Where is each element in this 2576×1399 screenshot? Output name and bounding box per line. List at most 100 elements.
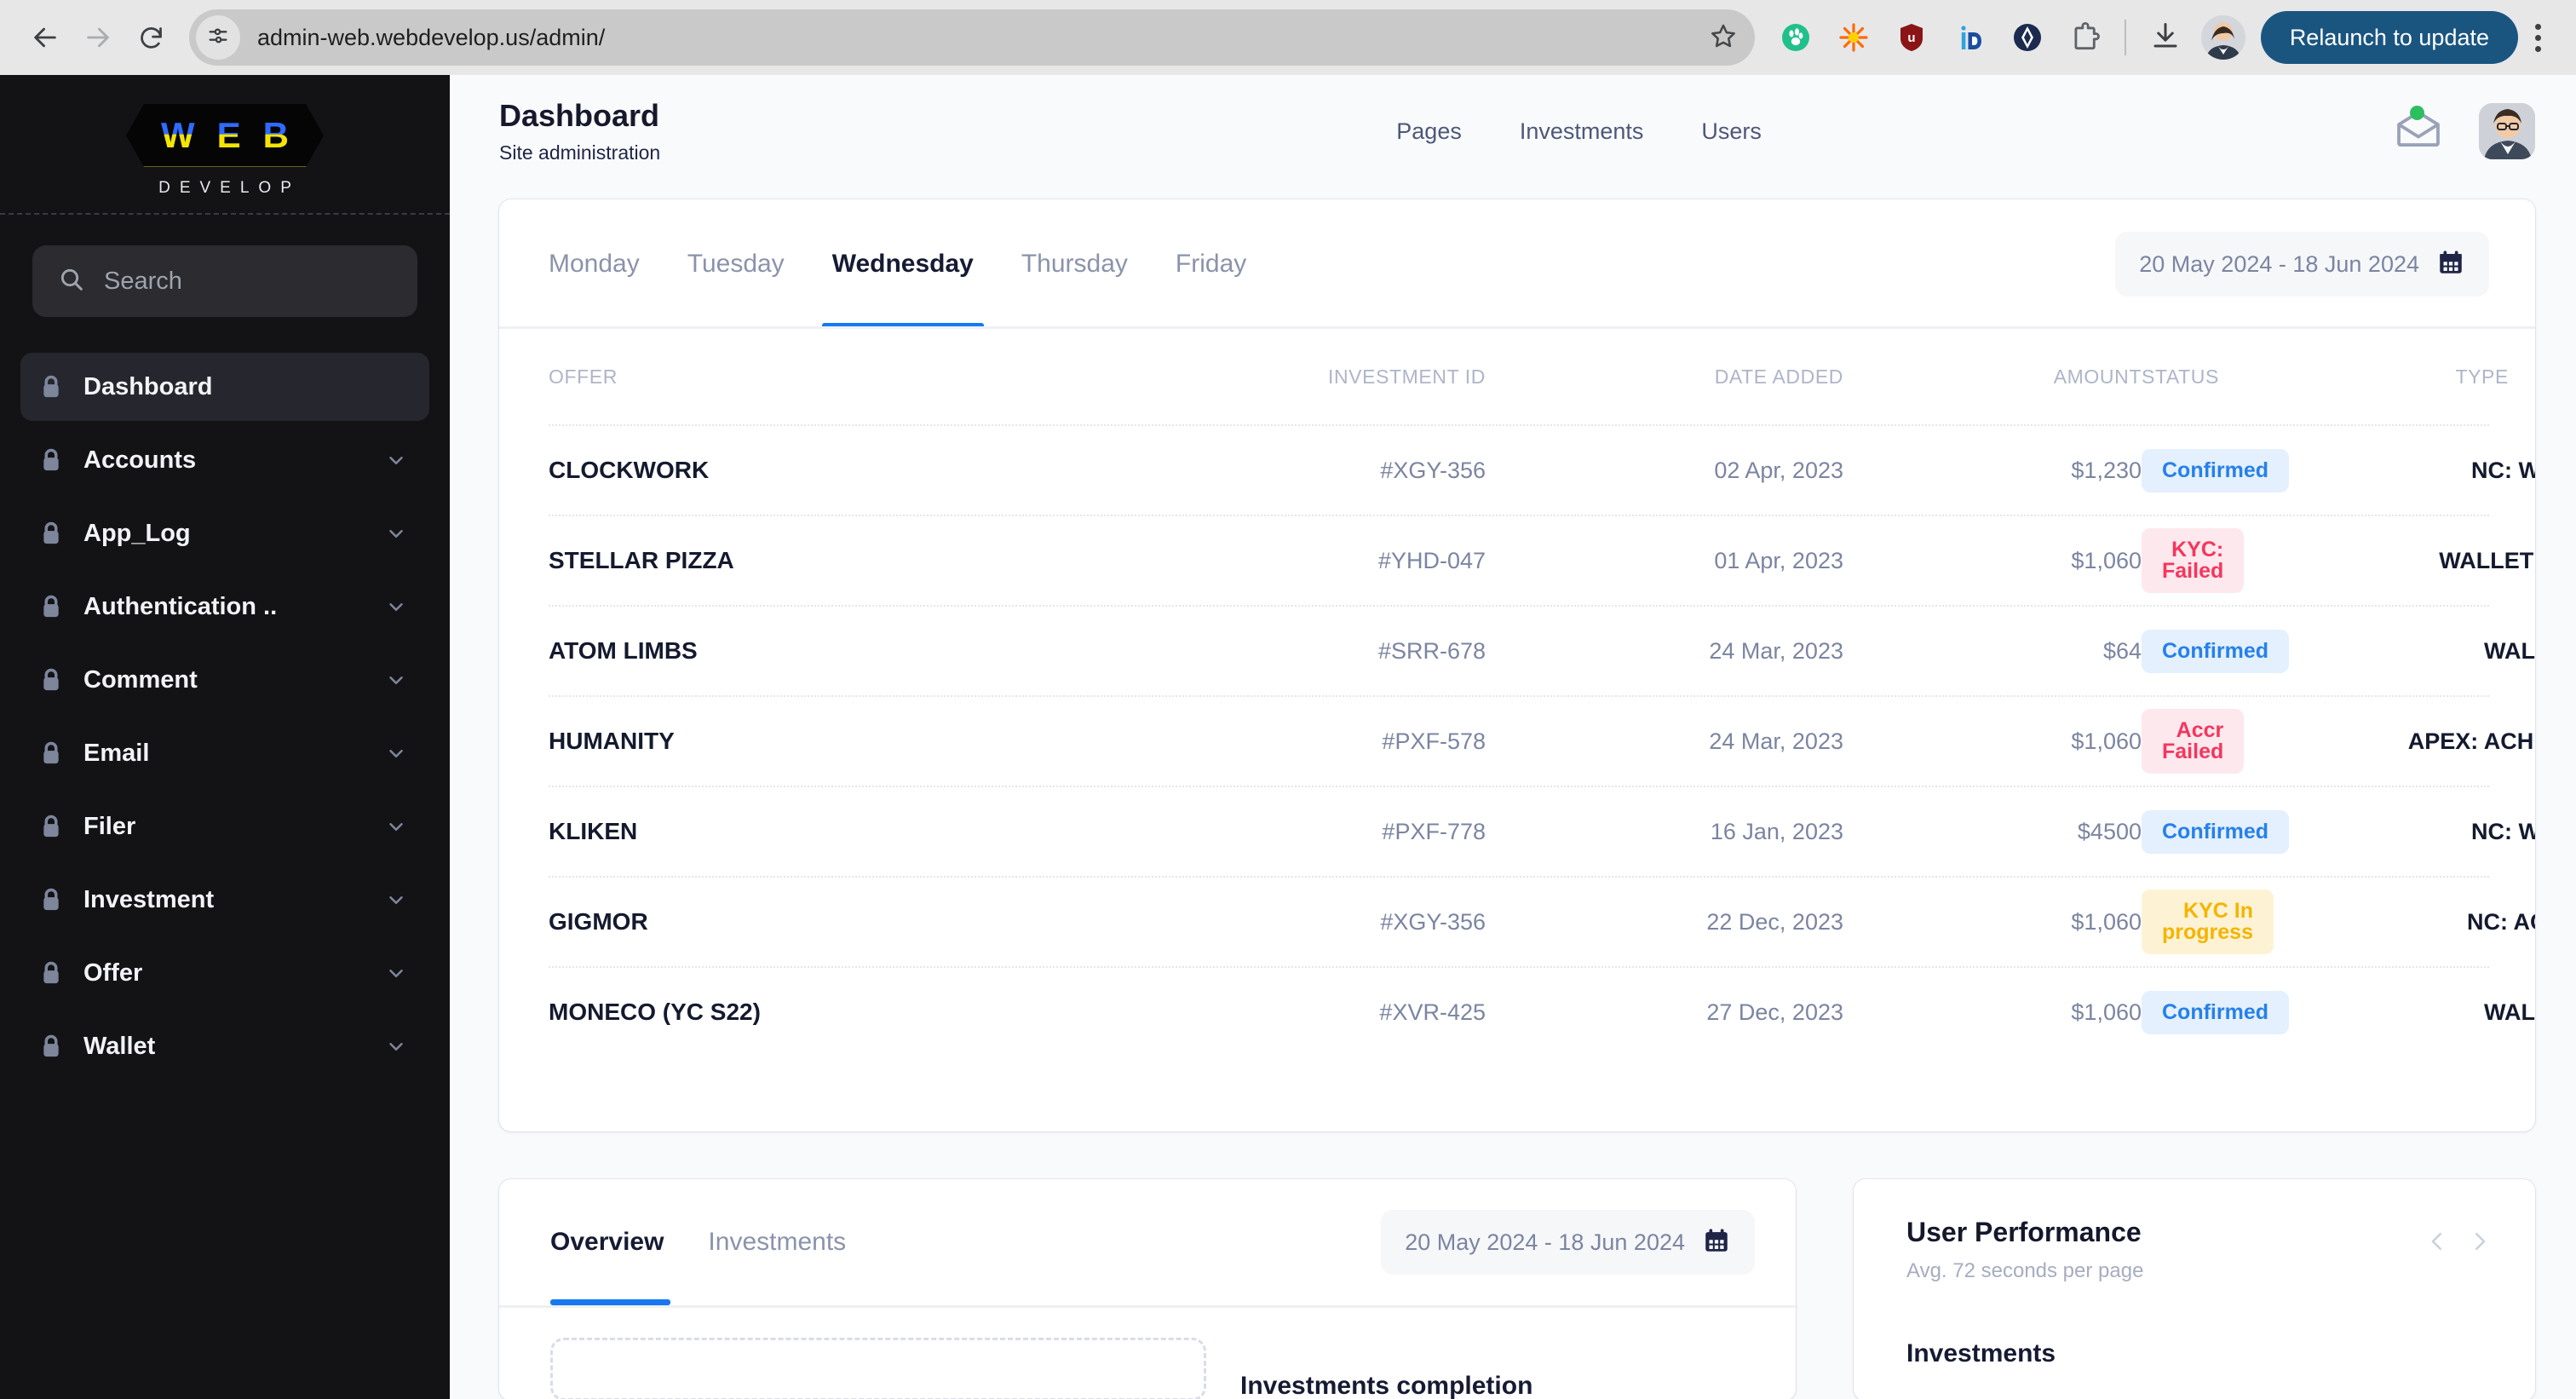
chevron-right-icon[interactable] — [2467, 1227, 2493, 1260]
reload-button[interactable] — [124, 11, 177, 64]
sidebar-item-comment[interactable]: Comment — [20, 646, 429, 714]
chevron-left-icon[interactable] — [2424, 1227, 2450, 1260]
cell-offer: KLIKEN — [549, 818, 638, 844]
table-row[interactable]: CLOCKWORK #XGY-356 02 Apr, 2023 $1,230 C… — [549, 424, 2535, 515]
status-badge: KYC: Failed — [2142, 528, 2245, 593]
column-header-offer: OFFER — [549, 365, 618, 388]
chevron-down-icon[interactable] — [385, 962, 407, 984]
toolbar-divider — [2124, 20, 2126, 55]
cell-offer: ATOM LIMBS — [549, 637, 698, 664]
top-nav-investments[interactable]: Investments — [1520, 118, 1644, 145]
lock-icon — [39, 1033, 77, 1059]
sidebar-nav: Dashboard Accounts App_Log Authenticatio… — [0, 353, 450, 1080]
cell-date: 16 Jan, 2023 — [1710, 818, 1843, 844]
sidebar-item-filer[interactable]: Filer — [20, 792, 429, 861]
table-row[interactable]: MONECO (YC S22) #XVR-425 27 Dec, 2023 $1… — [549, 966, 2535, 1056]
cell-offer: STELLAR PIZZA — [549, 547, 734, 573]
cell-offer: MONECO (YC S22) — [549, 999, 761, 1025]
table-row[interactable]: KLIKEN #PXF-778 16 Jan, 2023 $4500 Confi… — [549, 786, 2535, 876]
cell-amount: $1,060 — [2071, 999, 2142, 1025]
sidebar-item-email[interactable]: Email — [20, 719, 429, 787]
cell-offer: GIGMOR — [549, 908, 648, 935]
back-arrow-icon — [31, 23, 60, 52]
cell-date: 24 Mar, 2023 — [1709, 637, 1843, 664]
tab-overview[interactable]: Overview — [550, 1179, 686, 1305]
puzzle-extensions-icon[interactable] — [2056, 11, 2114, 64]
cell-id: #SRR-678 — [1377, 637, 1486, 664]
cell-amount: $4500 — [2077, 818, 2142, 844]
back-button[interactable] — [19, 11, 72, 64]
chevron-down-icon[interactable] — [385, 815, 407, 838]
messages-button[interactable] — [2395, 106, 2441, 153]
relaunch-to-update-button[interactable]: Relaunch to update — [2260, 11, 2518, 64]
star-icon — [1710, 22, 1737, 54]
chevron-down-icon[interactable] — [385, 1035, 407, 1057]
top-nav-users[interactable]: Users — [1701, 118, 1762, 145]
overview-date-range-picker[interactable]: 20 May 2024 - 18 Jun 2024 — [1381, 1210, 1755, 1275]
user-avatar[interactable] — [2479, 103, 2535, 159]
tabs-divider — [499, 326, 2535, 329]
sidebar-item-accounts[interactable]: Accounts — [20, 426, 429, 494]
cell-type: NC: ACH — [2466, 908, 2535, 935]
tab-tuesday[interactable]: Tuesday — [664, 199, 808, 329]
site-settings-button[interactable] — [196, 15, 240, 60]
tab-monday[interactable]: Monday — [549, 199, 664, 329]
tab-wednesday[interactable]: Wednesday — [808, 199, 998, 329]
date-range-picker[interactable]: 20 May 2024 - 18 Jun 2024 — [2115, 232, 2489, 296]
logo-letter-w: W W — [160, 114, 195, 155]
chevron-down-icon[interactable] — [385, 522, 407, 544]
top-nav: Pages Investments Users — [762, 118, 2395, 145]
ublock-origin-icon[interactable]: u — [1883, 11, 1941, 64]
page-title: Dashboard — [499, 98, 660, 134]
tab-friday[interactable]: Friday — [1152, 199, 1270, 329]
sidebar-item-dashboard[interactable]: Dashboard — [20, 353, 429, 421]
sidebar-item-label: Authentication .. — [83, 592, 278, 620]
chevron-down-icon[interactable] — [385, 742, 407, 764]
address-bar[interactable]: admin-web.webdevelop.us/admin/ — [189, 9, 1755, 66]
brand-logo[interactable]: W W E E B B DEVELOP — [0, 75, 450, 213]
sidebar-item-label: Dashboard — [83, 372, 213, 400]
overview-chart-title: Investments completion — [1240, 1372, 1533, 1399]
sidebar-item-label: Filer — [83, 812, 136, 840]
id-extension-icon[interactable] — [1941, 11, 1998, 64]
cell-status: Confirmed — [2142, 629, 2323, 673]
sidebar-item-app-log[interactable]: App_Log — [20, 499, 429, 567]
table-row[interactable]: STELLAR PIZZA #YHD-047 01 Apr, 2023 $1,0… — [549, 515, 2533, 605]
cell-date: 24 Mar, 2023 — [1709, 728, 1843, 754]
url-text[interactable]: admin-web.webdevelop.us/admin/ — [257, 25, 1700, 51]
notification-dot — [2410, 106, 2424, 120]
top-nav-pages[interactable]: Pages — [1396, 118, 1462, 145]
sidebar-item-authentication[interactable]: Authentication .. — [20, 573, 429, 641]
download-button[interactable] — [2136, 11, 2194, 64]
table-row[interactable]: GIGMOR #XGY-356 22 Dec, 2023 $1,060 KYC … — [549, 876, 2535, 966]
cell-status: Accr Failed — [2142, 709, 2278, 774]
chevron-down-icon[interactable] — [385, 889, 407, 911]
sidebar-search[interactable]: Search — [32, 245, 417, 317]
grammarly-extension-icon[interactable] — [1767, 11, 1825, 64]
status-badge: Confirmed — [2142, 629, 2289, 673]
chevron-down-icon[interactable] — [385, 669, 407, 691]
kebab-menu-icon[interactable] — [2518, 11, 2557, 64]
forward-button[interactable] — [72, 11, 124, 64]
tab-thursday[interactable]: Thursday — [998, 199, 1152, 329]
chevron-down-icon[interactable] — [385, 449, 407, 471]
sidebar-item-investment[interactable]: Investment — [20, 866, 429, 934]
sidebar-item-offer[interactable]: Offer — [20, 939, 429, 1007]
table-row[interactable]: ATOM LIMBS #SRR-678 24 Mar, 2023 $64 Con… — [549, 605, 2535, 695]
status-badge: Confirmed — [2142, 448, 2289, 492]
profile-avatar[interactable] — [2200, 15, 2245, 60]
bookmark-button[interactable] — [1700, 14, 1746, 60]
tab-investments[interactable]: Investments — [686, 1179, 868, 1305]
sparkle-extension-icon[interactable] — [1825, 11, 1883, 64]
status-badge: Accr Failed — [2142, 709, 2245, 774]
diamond-extension-icon[interactable] — [1998, 11, 2056, 64]
reload-icon — [137, 24, 165, 52]
calendar-icon — [1702, 1226, 1731, 1259]
cell-amount: $1,060 — [2071, 728, 2142, 754]
table-row[interactable]: HUMANITY #PXF-578 24 Mar, 2023 $1,060 Ac… — [549, 695, 2533, 786]
status-badge: KYC In progress — [2142, 889, 2274, 954]
chevron-down-icon[interactable] — [385, 596, 407, 618]
cell-date: 01 Apr, 2023 — [1714, 547, 1843, 573]
page-subtitle: Site administration — [499, 141, 661, 164]
sidebar-item-wallet[interactable]: Wallet — [20, 1012, 429, 1080]
